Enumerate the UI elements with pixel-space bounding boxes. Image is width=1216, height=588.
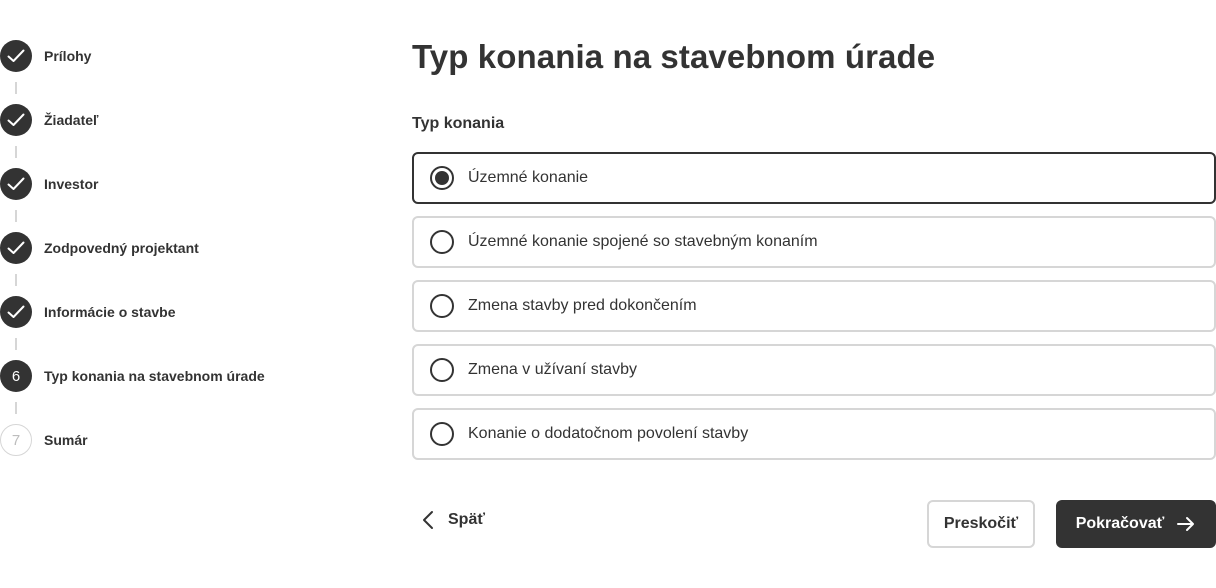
check-icon bbox=[7, 49, 25, 62]
option-label: Územné konanie bbox=[468, 169, 589, 186]
check-icon bbox=[7, 305, 25, 318]
radio-option-dodatocne-povolenie[interactable]: Konanie o dodatočnom povolení stavby bbox=[412, 408, 1216, 460]
check-icon bbox=[7, 113, 25, 126]
step-number-circle: 6 bbox=[0, 360, 32, 392]
step-label: Informácie o stavbe bbox=[44, 304, 176, 320]
step-connector bbox=[15, 338, 17, 350]
option-label: Zmena stavby pred dokončením bbox=[468, 297, 697, 314]
step-label: Zodpovedný projektant bbox=[44, 240, 199, 256]
step-label: Prílohy bbox=[44, 48, 92, 64]
field-label: Typ konania bbox=[412, 115, 505, 132]
step-connector bbox=[15, 274, 17, 286]
radio-selected-dot bbox=[435, 171, 449, 185]
continue-button-label: Pokračovať bbox=[1075, 515, 1165, 532]
step-connector bbox=[15, 82, 17, 94]
continue-button[interactable]: Pokračovať bbox=[1056, 500, 1216, 548]
step-zodpovedny-projektant[interactable]: Zodpovedný projektant bbox=[0, 232, 360, 286]
step-investor[interactable]: Investor bbox=[0, 168, 360, 222]
stepper: Prílohy Žiadateľ Investor Zodpovedný pro… bbox=[0, 40, 360, 456]
radio-option-uzemne-konanie[interactable]: Územné konanie bbox=[412, 152, 1216, 204]
step-connector bbox=[15, 146, 17, 158]
option-label: Konanie o dodatočnom povolení stavby bbox=[468, 425, 749, 442]
step-status-circle bbox=[0, 40, 32, 72]
radio-option-uzemne-spojene[interactable]: Územné konanie spojené so stavebným kona… bbox=[412, 216, 1216, 268]
step-status-circle bbox=[0, 104, 32, 136]
step-informacie-o-stavbe[interactable]: Informácie o stavbe bbox=[0, 296, 360, 350]
arrow-right-icon bbox=[1176, 516, 1196, 532]
check-icon bbox=[7, 241, 25, 254]
back-button[interactable]: Späť bbox=[422, 505, 485, 535]
step-status-circle bbox=[0, 296, 32, 328]
radio-option-zmena-pred-dokoncenim[interactable]: Zmena stavby pred dokončením bbox=[412, 280, 1216, 332]
radio-option-zmena-v-uzivani[interactable]: Zmena v užívaní stavby bbox=[412, 344, 1216, 396]
step-status-circle bbox=[0, 168, 32, 200]
option-label: Územné konanie spojené so stavebným kona… bbox=[468, 233, 818, 250]
radio-button[interactable] bbox=[430, 230, 454, 254]
radio-group: Územné konanie Územné konanie spojené so… bbox=[412, 152, 1216, 460]
option-label: Zmena v užívaní stavby bbox=[468, 361, 637, 378]
step-label: Žiadateľ bbox=[44, 112, 99, 128]
step-connector bbox=[15, 210, 17, 222]
step-sumar: 7 Sumár bbox=[0, 424, 360, 456]
step-label: Investor bbox=[44, 176, 99, 192]
step-status-circle bbox=[0, 232, 32, 264]
page-title: Typ konania na stavebnom úrade bbox=[412, 38, 936, 75]
step-ziadatel[interactable]: Žiadateľ bbox=[0, 104, 360, 158]
step-label: Typ konania na stavebnom úrade bbox=[44, 368, 265, 384]
radio-button[interactable] bbox=[430, 166, 454, 190]
step-number-circle: 7 bbox=[0, 424, 32, 456]
radio-button[interactable] bbox=[430, 294, 454, 318]
skip-button[interactable]: Preskočiť bbox=[927, 500, 1035, 548]
step-connector bbox=[15, 402, 17, 414]
step-prilohy[interactable]: Prílohy bbox=[0, 40, 360, 94]
skip-button-label: Preskočiť bbox=[943, 515, 1019, 532]
radio-button[interactable] bbox=[430, 358, 454, 382]
step-label: Sumár bbox=[44, 432, 88, 448]
chevron-left-icon bbox=[423, 511, 433, 529]
check-icon bbox=[7, 177, 25, 190]
radio-button[interactable] bbox=[430, 422, 454, 446]
back-button-label: Späť bbox=[448, 511, 486, 528]
step-typ-konania: 6 Typ konania na stavebnom úrade bbox=[0, 360, 360, 414]
